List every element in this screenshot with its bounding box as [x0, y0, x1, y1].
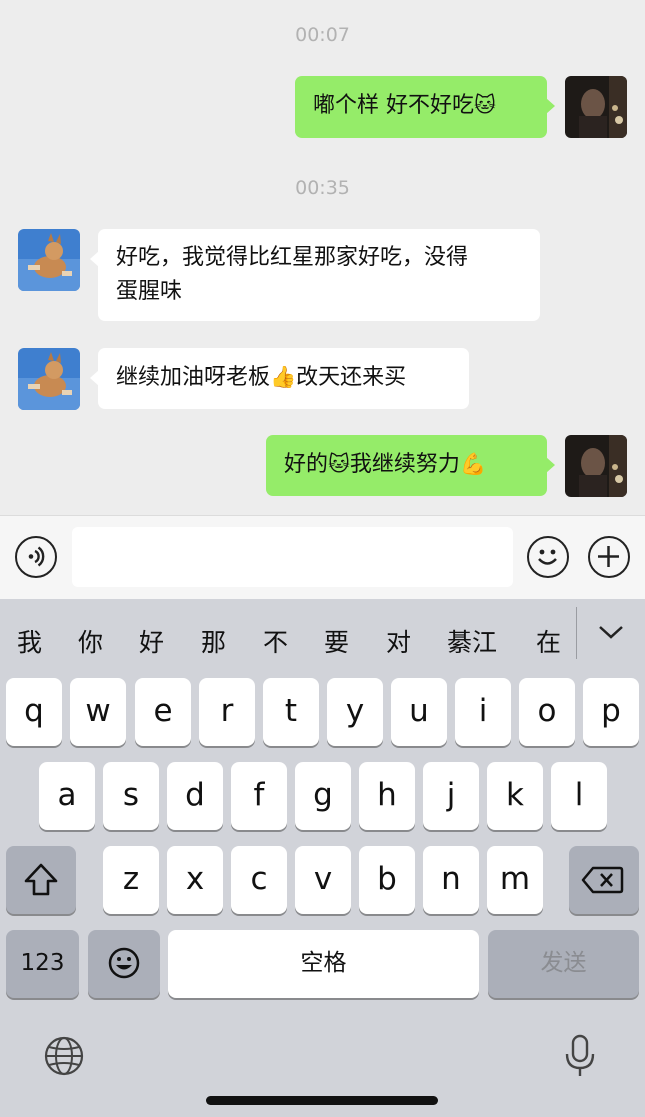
key-b[interactable]: b — [359, 846, 415, 914]
emoji-key[interactable] — [88, 930, 160, 998]
key-v[interactable]: v — [295, 846, 351, 914]
key-p[interactable]: p — [583, 678, 639, 746]
shift-icon — [24, 863, 58, 896]
shift-key[interactable] — [6, 846, 76, 914]
message-text: 我继续努力 — [349, 452, 460, 477]
message-bubble-incoming[interactable]: 好吃，我觉得比红星那家好吃，没得 蛋腥味 — [90, 229, 540, 321]
message-input[interactable] — [72, 527, 513, 587]
candidate-word[interactable]: 那 — [201, 623, 226, 659]
message-text: 改天还来买 — [296, 365, 407, 390]
space-key[interactable]: 空格 — [168, 930, 479, 998]
timestamp: 00:35 — [295, 177, 350, 199]
key-c[interactable]: c — [231, 846, 287, 914]
key-f[interactable]: f — [231, 762, 287, 830]
backspace-icon — [581, 866, 624, 894]
key-i[interactable]: i — [455, 678, 511, 746]
message-bubble-outgoing[interactable]: 好的🐱我继续努力💪 — [266, 435, 555, 496]
voice-icon — [28, 546, 45, 567]
backspace-key[interactable] — [569, 846, 639, 914]
candidate-word[interactable]: 对 — [386, 623, 411, 659]
cat-emoji-icon: 🐱 — [328, 452, 350, 476]
message-text: 蛋腥味 — [116, 279, 183, 304]
cat-emoji-icon: 🐱 — [474, 93, 496, 117]
candidate-word[interactable]: 綦江 — [447, 623, 497, 659]
add-button[interactable] — [588, 536, 630, 578]
emoji-icon — [538, 549, 557, 565]
numbers-key[interactable]: 123 — [6, 930, 79, 998]
key-g[interactable]: g — [295, 762, 351, 830]
candidate-word[interactable]: 不 — [263, 623, 288, 659]
message-text: 继续加油呀老板 — [116, 365, 271, 390]
microphone-icon[interactable] — [562, 1033, 598, 1079]
key-w[interactable]: w — [70, 678, 126, 746]
key-x[interactable]: x — [167, 846, 223, 914]
key-s[interactable]: s — [103, 762, 159, 830]
input-bar — [0, 515, 645, 599]
key-u[interactable]: u — [391, 678, 447, 746]
key-r[interactable]: r — [199, 678, 255, 746]
candidate-word[interactable]: 好 — [139, 623, 164, 659]
key-y[interactable]: y — [327, 678, 383, 746]
key-t[interactable]: t — [263, 678, 319, 746]
timestamp: 00:07 — [295, 24, 350, 46]
contact-avatar[interactable] — [18, 348, 80, 410]
message-bubble-incoming[interactable]: 继续加油呀老板👍改天还来买 — [90, 348, 469, 409]
key-a[interactable]: a — [39, 762, 95, 830]
chevron-down-icon[interactable] — [597, 622, 625, 642]
my-avatar[interactable] — [565, 435, 627, 497]
emoji-button[interactable] — [527, 536, 569, 578]
candidate-word[interactable]: 要 — [324, 623, 349, 659]
key-d[interactable]: d — [167, 762, 223, 830]
send-key[interactable]: 发送 — [488, 930, 639, 998]
key-l[interactable]: l — [551, 762, 607, 830]
voice-button[interactable] — [15, 536, 57, 578]
key-z[interactable]: z — [103, 846, 159, 914]
globe-icon[interactable] — [43, 1035, 85, 1077]
key-n[interactable]: n — [423, 846, 479, 914]
key-q[interactable]: q — [6, 678, 62, 746]
message-text: 好吃，我觉得比红星那家好吃，没得 — [116, 245, 469, 270]
plus-icon — [598, 546, 619, 567]
candidate-word[interactable]: 在 — [536, 623, 561, 659]
flexed-biceps-emoji-icon: 💪 — [459, 452, 487, 476]
key-m[interactable]: m — [487, 846, 543, 914]
key-e[interactable]: e — [135, 678, 191, 746]
candidate-word[interactable]: 你 — [78, 623, 103, 659]
message-text: 嘟个样 好不好吃 — [313, 93, 474, 118]
key-j[interactable]: j — [423, 762, 479, 830]
thumbs-up-emoji-icon: 👍 — [270, 365, 297, 389]
key-o[interactable]: o — [519, 678, 575, 746]
message-bubble-outgoing[interactable]: 嘟个样 好不好吃🐱 — [295, 76, 555, 138]
chat-area: 00:07 嘟个样 好不好吃🐱 00:35 好吃，我觉得比红星那家好吃，没得 蛋… — [0, 0, 645, 515]
home-indicator — [206, 1096, 438, 1105]
keyboard: 我 你 好 那 不 要 对 綦江 在 q w e r t y u i o p a… — [0, 599, 645, 1117]
key-h[interactable]: h — [359, 762, 415, 830]
key-k[interactable]: k — [487, 762, 543, 830]
contact-avatar[interactable] — [18, 229, 80, 291]
message-text: 好的 — [284, 452, 329, 477]
my-avatar[interactable] — [565, 76, 627, 138]
emoji-icon — [108, 947, 140, 979]
candidate-word[interactable]: 我 — [17, 623, 42, 659]
